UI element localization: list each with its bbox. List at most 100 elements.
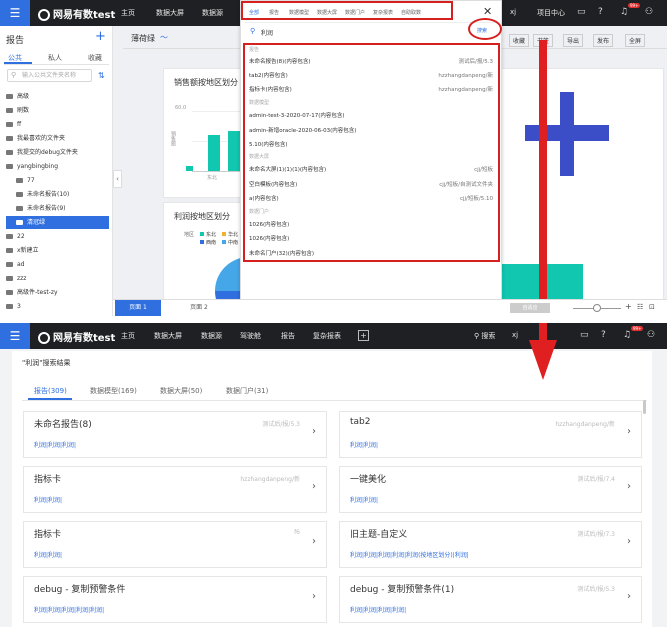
chevron-right-icon: › [312, 591, 316, 602]
result-card[interactable]: debug - 复制预警条件 利润|利润|利润|利润|利润| › [23, 576, 327, 623]
nav-cockpit[interactable]: 驾驶舱 [240, 331, 261, 341]
nav-report[interactable]: 报告 [281, 331, 295, 341]
user-menu[interactable]: xj [512, 331, 518, 339]
menu-icon[interactable]: ☰ [0, 0, 30, 26]
page-tab-1[interactable]: 页面 1 [115, 300, 161, 316]
sidebar-folder[interactable]: ad [6, 258, 109, 271]
tab-favorites[interactable]: 收藏 [88, 53, 102, 63]
result-tab-report[interactable]: 报告(309) [34, 386, 67, 396]
sidebar-folder[interactable]: 高级 [6, 90, 109, 103]
search-button[interactable]: ⚲ 搜索 [474, 331, 495, 341]
notification-badge: 99+ [631, 326, 644, 331]
sidebar-folder[interactable]: 我提交的debug文件夹 [6, 146, 109, 159]
nav-home[interactable]: 主页 [121, 331, 135, 341]
nav-big-screen[interactable]: 数据大屏 [156, 8, 184, 18]
sort-icon[interactable]: ⇅ [98, 71, 105, 80]
result-card[interactable]: tab2 hzzhangdanpeng/新 利润|利润| › [339, 411, 642, 458]
annotation-arrow-head [529, 340, 557, 380]
sidebar-folder[interactable]: yangbingbing [6, 160, 109, 173]
sidebar-report-selected[interactable]: 清冠绿 [6, 216, 109, 229]
y-tick: 60.0 [175, 105, 187, 111]
bell-icon[interactable]: ♫ [623, 330, 631, 340]
publish-button[interactable]: 发布 [593, 34, 614, 47]
chart-title: 利润按地区划分 [174, 212, 230, 221]
sidebar-folder[interactable]: x新建立 [6, 244, 109, 257]
folder-search-input[interactable]: 输入公共文件夹名称 [7, 69, 92, 82]
panel-separator [0, 316, 667, 323]
plus-shape [525, 125, 609, 141]
sidebar-folder[interactable]: 高级件-test-zy [6, 286, 109, 299]
result-tab-screen[interactable]: 数据大屏(50) [160, 386, 202, 396]
search-input[interactable]: 利润 [261, 28, 273, 37]
result-tab-model[interactable]: 数据模型(169) [90, 386, 137, 396]
nav-datasource[interactable]: 数据源 [201, 331, 222, 341]
sidebar-folder[interactable]: 3 [6, 300, 109, 313]
scrollbar-thumb[interactable] [643, 400, 646, 414]
legend-item: 中南 [222, 239, 238, 246]
folder-icon [6, 248, 13, 253]
search-results-panel: ☰ 网易有数test 主页 数据大屏 数据源 驾驶舱 报告 复杂报表 + ⚲ 搜… [0, 323, 667, 627]
bar[interactable] [228, 131, 240, 171]
folder-icon [6, 304, 13, 309]
chevron-right-icon: › [312, 426, 316, 437]
help-icon[interactable]: ? [598, 7, 603, 17]
sidebar-report[interactable]: 未命名报告(9) [16, 202, 109, 215]
zoom-slider-handle[interactable] [593, 304, 601, 312]
chevron-right-icon: › [627, 426, 631, 437]
y-axis-label: 销售额 [170, 131, 176, 146]
zoom-fit-button[interactable]: 自适应 [510, 303, 550, 313]
user-icon[interactable]: ⚇ [645, 7, 653, 17]
folder-icon [6, 108, 13, 113]
page-tab-2[interactable]: 页面 2 [177, 300, 221, 316]
result-card[interactable]: 旧主题-自定义 测试后/报/7.3 利润|利润|利润|利润|利润(按地区划分)|利… [339, 521, 642, 568]
nav-datasource[interactable]: 数据源 [202, 8, 223, 18]
nav-home[interactable]: 主页 [121, 8, 135, 18]
page-tab-bar: 页面 1 页面 2 自适应 + ☷ ⊡ [113, 299, 667, 316]
fit-icon[interactable]: ☷ [637, 303, 643, 311]
result-card[interactable]: 未命名报告(8) 测试后/报/5.3 利润|利润|利润| › [23, 411, 327, 458]
chart-type-icon[interactable]: 〜 [160, 32, 168, 43]
sidebar-report[interactable]: 未命名报告(10) [16, 188, 109, 201]
chevron-right-icon: › [312, 481, 316, 492]
bell-icon[interactable]: ♫ [620, 7, 628, 17]
sidebar-folder[interactable]: ff [6, 118, 109, 131]
sidebar-folder[interactable]: zzz [6, 272, 109, 285]
sidebar-folder[interactable]: 刷数 [6, 104, 109, 117]
bar[interactable] [186, 166, 193, 171]
legend-item: 华北 [222, 231, 238, 238]
tab-divider [4, 64, 109, 65]
expand-icon[interactable]: ⊡ [649, 303, 655, 311]
zoom-in-icon[interactable]: + [625, 302, 632, 311]
nav-big-screen[interactable]: 数据大屏 [154, 331, 182, 341]
sidebar-folder[interactable]: 我最喜欢的文件夹 [6, 132, 109, 145]
add-tab-icon[interactable]: + [358, 330, 369, 341]
close-icon[interactable]: ✕ [483, 5, 492, 18]
add-icon[interactable]: + [95, 29, 106, 44]
help-icon[interactable]: ? [601, 330, 606, 340]
collapse-sidebar-icon[interactable]: ‹ [113, 170, 122, 188]
result-card[interactable]: 指标卡 f6 利润|利润| › [23, 521, 327, 568]
nav-complex-report[interactable]: 复杂报表 [313, 331, 341, 341]
tab-private[interactable]: 私人 [48, 53, 62, 63]
annotation-box-results [243, 43, 500, 262]
user-icon[interactable]: ⚇ [647, 330, 655, 340]
project-center-link[interactable]: 项目中心 [537, 8, 565, 18]
sidebar-folder[interactable]: 22 [6, 230, 109, 243]
menu-icon[interactable]: ☰ [0, 323, 30, 349]
sidebar-folder[interactable]: 77 [16, 174, 109, 187]
result-card[interactable]: 一键美化 测试后/报/7.4 利润|利润| › [339, 466, 642, 513]
folder-icon [6, 276, 13, 281]
result-card[interactable]: debug - 复制预警条件(1) 测试后/报/5.3 利润|利润|利润|利润| › [339, 576, 642, 623]
annotation-circle-search [468, 18, 502, 40]
favorite-button[interactable]: 收藏 [509, 34, 530, 47]
bar[interactable] [208, 135, 220, 171]
report-icon [16, 206, 23, 211]
user-menu[interactable]: xj [510, 8, 516, 16]
export-button[interactable]: 导出 [563, 34, 584, 47]
save-icon[interactable]: ▭ [577, 7, 586, 17]
result-tab-portal[interactable]: 数据门户(31) [226, 386, 268, 396]
annotation-arrow [539, 40, 547, 316]
save-icon[interactable]: ▭ [580, 330, 589, 340]
result-card[interactable]: 指标卡 hzzhangdanpeng/新 利润|利润| › [23, 466, 327, 513]
fullscreen-button[interactable]: 全屏 [625, 34, 646, 47]
